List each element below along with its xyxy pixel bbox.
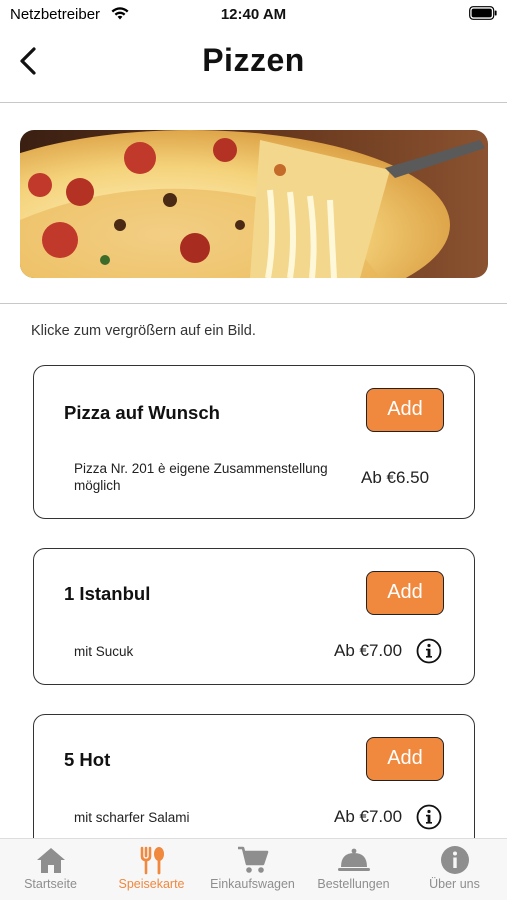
navigation-bar: Pizzen [0, 30, 507, 103]
tab-speisekarte[interactable]: Speisekarte [101, 839, 202, 900]
product-name: Pizza auf Wunsch [64, 402, 220, 423]
tab-label: Startseite [24, 877, 77, 891]
cloche-icon [337, 848, 370, 871]
info-icon[interactable] [416, 638, 442, 664]
product-name: 1 Istanbul [64, 583, 151, 604]
product-price: Ab €7.00 [334, 807, 403, 826]
image-hint-text: Klicke zum vergrößern auf ein Bild. [31, 323, 256, 339]
product-description: Pizza Nr. 201 è eigene Zusammenstellung … [74, 461, 328, 493]
fork-spoon-icon [140, 846, 164, 875]
product-name: 5 Hot [64, 749, 111, 770]
status-bar: Netzbetreiber 12:40 AM [0, 0, 507, 30]
product-description: mit Sucuk [74, 644, 134, 659]
page-title: Pizzen [202, 42, 305, 78]
divider [0, 303, 507, 304]
tab-label: Über uns [429, 877, 480, 891]
product-card[interactable]: Pizza auf Wunsch Add Pizza Nr. 201 è eig… [33, 365, 475, 519]
add-to-cart-button[interactable]: Add [366, 737, 444, 781]
tab-label: Einkaufswagen [210, 877, 295, 891]
product-card[interactable]: 1 Istanbul Add mit Sucuk Ab €7.00 [33, 548, 475, 685]
category-hero-image[interactable] [20, 130, 488, 278]
home-icon [36, 848, 65, 873]
tab-bar: Startseite Speisekarte Einkaufswagen Bes… [0, 838, 507, 900]
tab-startseite[interactable]: Startseite [0, 839, 101, 900]
battery-icon [469, 6, 497, 20]
tab-ueber-uns[interactable]: Über uns [404, 839, 505, 900]
add-to-cart-button[interactable]: Add [366, 388, 444, 432]
status-time: 12:40 AM [220, 6, 287, 23]
product-price: Ab €7.00 [334, 641, 403, 660]
add-to-cart-button[interactable]: Add [366, 571, 444, 615]
info-icon[interactable] [416, 804, 442, 830]
cart-icon [237, 846, 268, 873]
tab-einkaufswagen[interactable]: Einkaufswagen [202, 839, 303, 900]
product-price: Ab €6.50 [361, 468, 430, 487]
tab-bestellungen[interactable]: Bestellungen [303, 839, 404, 900]
pizza-image [20, 130, 488, 278]
product-description: mit scharfer Salami [74, 810, 190, 825]
info-icon [440, 846, 469, 874]
tab-label: Bestellungen [317, 877, 390, 891]
tab-label: Speisekarte [118, 877, 185, 891]
